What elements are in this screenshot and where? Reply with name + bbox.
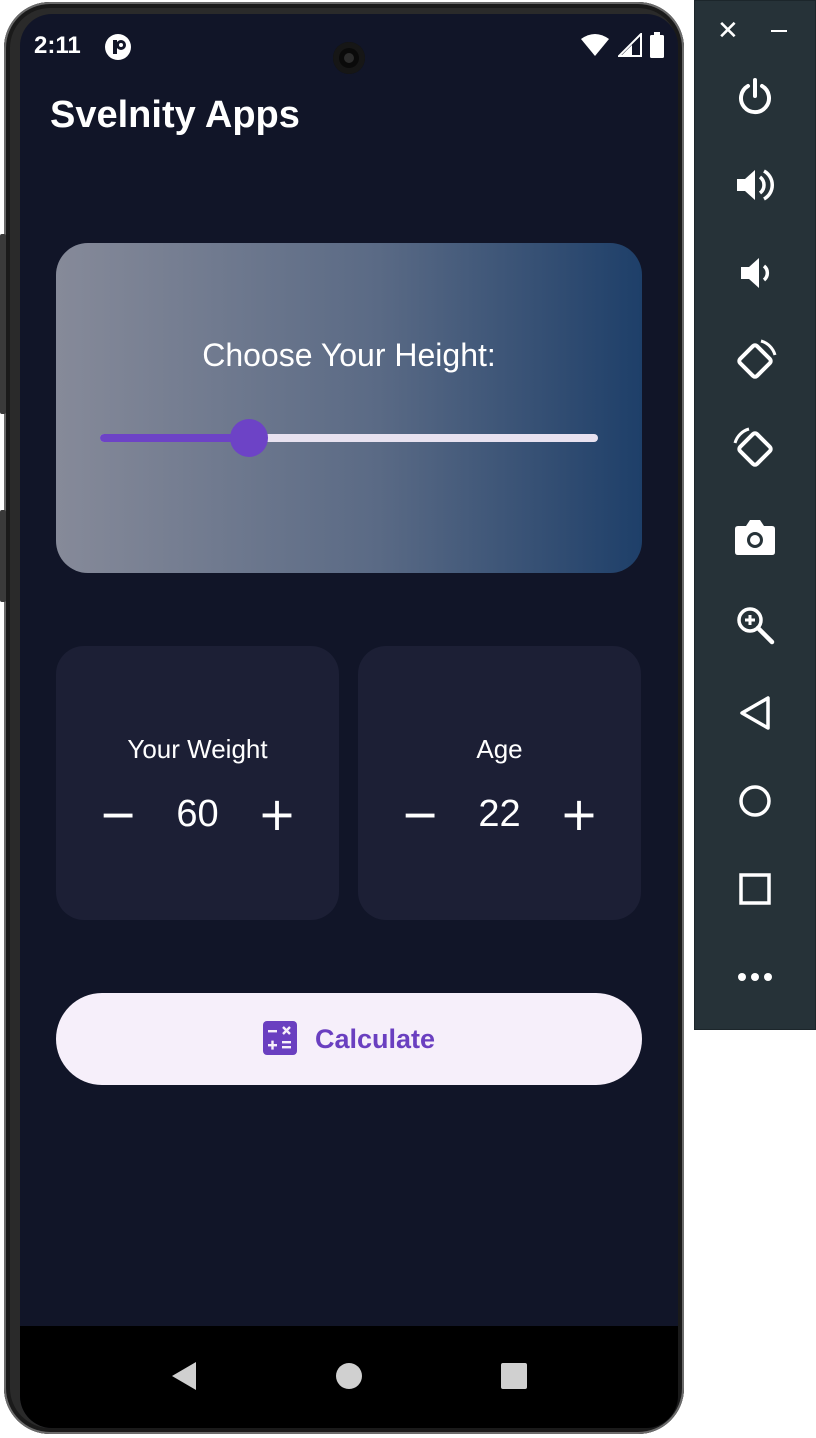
phone-side-button <box>0 234 6 414</box>
height-label: Choose Your Height: <box>202 337 496 373</box>
weight-increment-button[interactable]: + <box>249 786 305 842</box>
age-stepper: − 22 + <box>358 786 641 842</box>
height-slider-thumb[interactable] <box>230 419 269 457</box>
height-slider[interactable] <box>100 419 598 457</box>
calculate-label: Calculate <box>314 1023 436 1054</box>
status-icons <box>580 31 664 62</box>
camera-icon[interactable] <box>725 507 785 567</box>
height-card: Choose Your Height: <box>56 243 642 573</box>
emulator-window-controls: ✕ <box>695 15 815 47</box>
power-icon[interactable] <box>725 67 785 127</box>
weight-card: Your Weight − 60 + <box>56 646 339 920</box>
nav-home-button[interactable] <box>327 1354 371 1398</box>
rotate-left-icon[interactable] <box>725 331 785 391</box>
zoom-icon[interactable] <box>725 595 785 655</box>
app-notification-icon <box>104 33 132 65</box>
age-increment-button[interactable]: + <box>551 786 607 842</box>
nav-overview-icon <box>501 1363 527 1389</box>
more-icon[interactable] <box>725 947 785 1007</box>
rotate-right-icon[interactable] <box>725 419 785 479</box>
signal-icon <box>616 31 642 61</box>
battery-icon <box>650 32 664 62</box>
age-card: Age − 22 + <box>358 646 641 920</box>
back-icon[interactable] <box>725 683 785 743</box>
nav-back-icon <box>172 1362 196 1390</box>
phone-screen: 2:11 Svelnity Apps Choose Your Height: Y… <box>20 14 678 1428</box>
weight-stepper: − 60 + <box>56 786 339 842</box>
height-slider-fill <box>100 434 250 442</box>
volume-up-icon[interactable] <box>725 155 785 215</box>
home-icon[interactable] <box>725 771 785 831</box>
age-label: Age <box>476 734 523 764</box>
calculator-icon <box>262 1020 297 1058</box>
weight-decrement-button[interactable]: − <box>90 786 146 842</box>
nav-home-icon <box>336 1363 362 1389</box>
minimize-icon[interactable] <box>771 30 787 32</box>
phone-frame: 2:11 Svelnity Apps Choose Your Height: Y… <box>0 2 684 1434</box>
navigation-bar <box>20 1326 678 1428</box>
wifi-icon <box>580 33 610 61</box>
age-decrement-button[interactable]: − <box>392 786 448 842</box>
calculate-button[interactable]: Calculate <box>56 993 642 1085</box>
front-camera <box>333 42 365 74</box>
emulator-toolbar: ✕ <box>694 0 816 1030</box>
volume-down-icon[interactable] <box>725 243 785 303</box>
phone-side-button <box>0 510 6 602</box>
weight-label: Your Weight <box>127 734 268 764</box>
status-bar: 2:11 <box>20 14 678 78</box>
app-title: Svelnity Apps <box>50 94 300 136</box>
status-time: 2:11 <box>34 32 81 59</box>
nav-back-button[interactable] <box>162 1354 206 1398</box>
nav-overview-button[interactable] <box>492 1354 536 1398</box>
close-icon[interactable]: ✕ <box>717 15 739 47</box>
overview-icon[interactable] <box>725 859 785 919</box>
